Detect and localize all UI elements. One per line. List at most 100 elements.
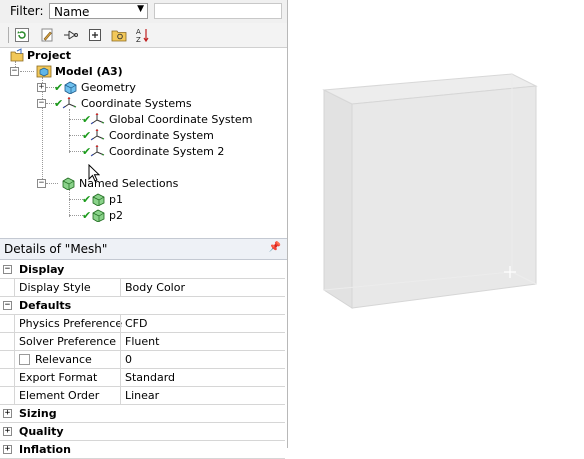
expand-icon[interactable]: + xyxy=(3,445,12,454)
column-divider xyxy=(120,333,121,351)
property-row[interactable]: Export Format Standard xyxy=(0,369,285,387)
property-row[interactable]: Relevance 0 xyxy=(0,351,285,369)
expand-icon[interactable]: + xyxy=(37,83,46,92)
filter-bar: Filter: Name ▼ xyxy=(0,0,287,24)
expand-icon[interactable]: + xyxy=(3,427,12,436)
filter-select-value: Name xyxy=(54,5,90,19)
tree-connector xyxy=(46,183,58,185)
tree-item-coordinate-systems[interactable]: ✔ Coordinate Systems xyxy=(54,95,192,111)
tree-item-global-coordinate-system[interactable]: ✔ Global Coordinate System xyxy=(82,111,252,127)
category-label: Defaults xyxy=(19,299,72,312)
tree-item-p2[interactable]: ✔ p2 xyxy=(82,207,123,223)
model-icon xyxy=(36,65,52,78)
graphics-viewport[interactable] xyxy=(288,0,584,448)
property-row[interactable]: Display Style Body Color xyxy=(0,279,285,297)
category-sizing[interactable]: + Sizing xyxy=(0,405,285,423)
property-value[interactable]: Linear xyxy=(125,389,159,402)
property-value[interactable]: CFD xyxy=(125,317,147,330)
property-value[interactable]: Body Color xyxy=(125,281,185,294)
tree-connector xyxy=(69,135,83,137)
tree-connector xyxy=(69,189,71,217)
tree-item-p1[interactable]: ✔ p1 xyxy=(82,191,123,207)
edit-icon[interactable] xyxy=(38,26,56,44)
row-gutter xyxy=(0,369,15,387)
tree-connector xyxy=(69,109,71,153)
property-name: Display Style xyxy=(19,281,91,294)
svg-text:Z: Z xyxy=(136,36,141,43)
tree-item-label: Geometry xyxy=(81,80,136,94)
tree-item-label: p2 xyxy=(109,208,123,222)
collapse-icon[interactable]: − xyxy=(3,301,12,310)
box-geometry[interactable] xyxy=(288,0,584,448)
filter-select[interactable]: Name ▼ xyxy=(49,3,148,19)
check-icon: ✔ xyxy=(54,97,64,110)
category-display[interactable]: − Display xyxy=(0,261,285,279)
tree-item-coordinate-system[interactable]: ✔ Coordinate System xyxy=(82,127,214,143)
property-name: Relevance xyxy=(35,353,92,366)
tree-item-label: Named Selections xyxy=(79,176,179,190)
branch-icon[interactable] xyxy=(62,26,80,44)
tree-item-project[interactable]: Project xyxy=(10,47,71,63)
tree-connector xyxy=(69,199,83,201)
category-quality[interactable]: + Quality xyxy=(0,423,285,441)
row-gutter xyxy=(0,315,15,333)
collapse-icon[interactable]: − xyxy=(10,67,19,76)
refresh-icon[interactable] xyxy=(13,26,31,44)
folder-icon[interactable] xyxy=(110,26,128,44)
svg-text:A: A xyxy=(136,28,141,36)
toolbar-separator xyxy=(8,27,9,43)
tree-item-label: Coordinate System 2 xyxy=(109,144,225,158)
tree-item-label: Coordinate Systems xyxy=(81,96,192,110)
collapse-icon[interactable]: − xyxy=(3,265,12,274)
category-label: Sizing xyxy=(19,407,57,420)
pin-icon[interactable]: 📌 xyxy=(269,242,281,253)
filter-label: Filter: xyxy=(10,4,44,18)
property-name: Export Format xyxy=(19,371,98,384)
property-value[interactable]: Fluent xyxy=(125,335,159,348)
property-name: Physics Preference xyxy=(19,317,123,330)
tree-connector xyxy=(69,119,83,121)
details-title: Details of "Mesh" xyxy=(4,242,108,256)
check-icon: ✔ xyxy=(82,129,92,142)
tree-item-coordinate-system-2[interactable]: ✔ Coordinate System 2 xyxy=(82,143,224,159)
tree-item-label: Project xyxy=(27,48,72,62)
column-divider xyxy=(120,369,121,387)
row-gutter xyxy=(0,279,15,297)
property-value[interactable]: 0 xyxy=(125,353,132,366)
category-defaults[interactable]: − Defaults xyxy=(0,297,285,315)
check-icon: ✔ xyxy=(82,209,92,222)
property-value[interactable]: Standard xyxy=(125,371,175,384)
outline-tree: Project − Model (A3) + ✔ Geometry − ✔ Co… xyxy=(0,47,287,235)
tree-item-named-selections[interactable]: Named Selections xyxy=(60,175,178,191)
tree-item-label: Global Coordinate System xyxy=(109,112,253,126)
category-label: Display xyxy=(19,263,65,276)
named-selection-icon xyxy=(92,209,105,222)
collapse-icon[interactable]: − xyxy=(37,179,46,188)
category-inflation[interactable]: + Inflation xyxy=(0,441,285,459)
expand-icon[interactable]: + xyxy=(3,409,12,418)
tree-connector xyxy=(42,77,44,185)
sort-icon[interactable]: AZ xyxy=(134,26,152,44)
tree-item-model[interactable]: Model (A3) xyxy=(36,63,123,79)
expand-all-icon[interactable] xyxy=(86,26,104,44)
column-divider xyxy=(120,315,121,333)
tree-connector xyxy=(69,151,83,153)
category-label: Quality xyxy=(19,425,64,438)
left-panel: Filter: Name ▼ AZ Project − Model (A3) +… xyxy=(0,0,288,459)
relevance-checkbox[interactable] xyxy=(19,354,30,365)
property-name: Solver Preference xyxy=(19,335,117,348)
named-selection-icon xyxy=(92,193,105,206)
property-row[interactable]: Solver Preference Fluent xyxy=(0,333,285,351)
property-row[interactable]: Element Order Linear xyxy=(0,387,285,405)
collapse-icon[interactable]: − xyxy=(37,99,46,108)
category-label: Inflation xyxy=(19,443,71,456)
chevron-down-icon[interactable]: ▼ xyxy=(137,4,144,14)
property-row[interactable]: Physics Preference CFD xyxy=(0,315,285,333)
row-gutter xyxy=(0,351,15,369)
named-selections-icon xyxy=(62,177,75,190)
coordinate-system-icon xyxy=(90,129,105,141)
tree-item-geometry[interactable]: ✔ Geometry xyxy=(54,79,136,95)
filter-search-input[interactable] xyxy=(154,3,282,19)
tree-item-label: Model (A3) xyxy=(55,64,123,78)
check-icon: ✔ xyxy=(82,193,92,206)
